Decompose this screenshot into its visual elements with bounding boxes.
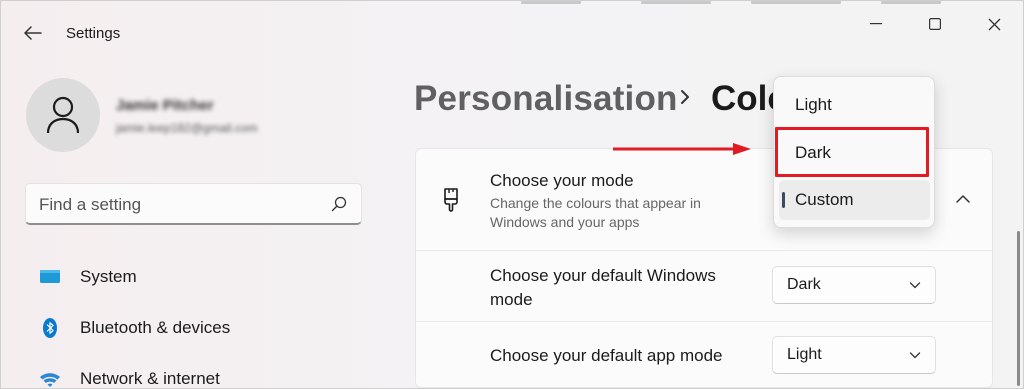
highlight-box: [775, 127, 929, 177]
settings-window: Settings Jamie Pitcher jamie.leep182@gma…: [0, 0, 1024, 389]
chevron-down-icon: [909, 352, 921, 359]
chevron-down-icon: [909, 282, 921, 289]
mode-title: Choose your mode: [490, 171, 634, 190]
user-icon: [46, 96, 80, 134]
mode-option-label: Custom: [795, 190, 854, 209]
divider: [416, 321, 992, 322]
mode-option-label: Light: [795, 95, 832, 114]
wifi-icon: [40, 373, 60, 387]
selection-indicator: [782, 192, 785, 208]
mode-option-custom[interactable]: Custom: [779, 180, 930, 220]
close-icon: [988, 18, 1000, 30]
browser-tab-strip: [481, 1, 1023, 5]
breadcrumb-parent[interactable]: Personalisation: [414, 79, 678, 119]
mode-option-light[interactable]: Light: [779, 85, 930, 125]
chevron-up-icon[interactable]: [952, 189, 974, 209]
divider: [416, 250, 992, 251]
back-button[interactable]: [19, 21, 47, 45]
sidebar-item-network[interactable]: Network & internet: [25, 359, 362, 388]
chevron-right-icon: [681, 90, 689, 104]
maximize-icon: [929, 18, 941, 30]
monitor-icon: [40, 270, 60, 283]
sidebar-item-label: Network & internet: [80, 369, 220, 388]
close-button[interactable]: [971, 9, 1017, 39]
search-placeholder: Find a setting: [39, 195, 142, 214]
avatar[interactable]: [26, 78, 100, 152]
windows-mode-label: Choose your default Windows mode: [490, 266, 716, 309]
sidebar-item-label: System: [80, 267, 137, 286]
sidebar-item-system[interactable]: System: [25, 257, 362, 297]
sidebar-item-label: Bluetooth & devices: [80, 318, 231, 337]
search-icon: [331, 196, 347, 212]
search-input[interactable]: Find a setting: [25, 183, 362, 225]
scrollbar[interactable]: [1017, 231, 1020, 386]
annotation-arrow: [613, 143, 751, 155]
windows-mode-dropdown[interactable]: Dark: [772, 266, 936, 304]
bluetooth-icon: [43, 318, 57, 338]
app-mode-value: Light: [787, 346, 822, 363]
account-email: jamie.leep182@gmail.com: [116, 121, 258, 135]
sidebar-item-bluetooth[interactable]: Bluetooth & devices: [25, 308, 362, 348]
app-mode-dropdown[interactable]: Light: [772, 336, 936, 374]
minimize-button[interactable]: [853, 9, 899, 39]
back-arrow-icon: [24, 26, 42, 40]
minimize-icon: [870, 23, 882, 25]
mode-subtitle: Change the colours that appear in Window…: [490, 195, 701, 230]
app-mode-label: Choose your default app mode: [490, 346, 723, 365]
account-name: Jamie Pitcher: [116, 97, 214, 114]
windows-mode-value: Dark: [787, 276, 821, 293]
brush-icon: [444, 188, 458, 212]
app-title: Settings: [66, 25, 121, 42]
maximize-button[interactable]: [912, 9, 958, 39]
